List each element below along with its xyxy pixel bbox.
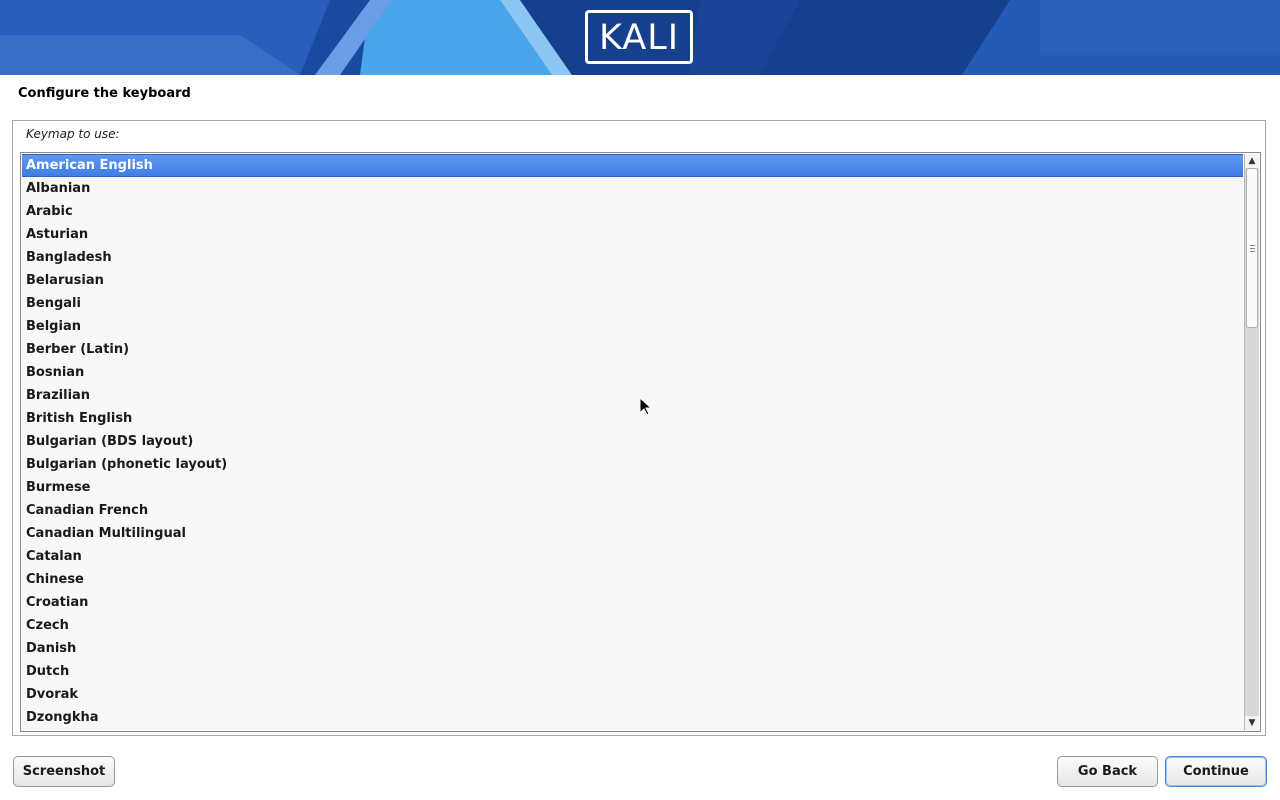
page-title: Configure the keyboard — [18, 86, 191, 101]
keymap-option[interactable]: Arabic — [22, 200, 1243, 223]
keymap-option[interactable]: Canadian French — [22, 499, 1243, 522]
vertical-scrollbar[interactable]: ▲ ▼ — [1244, 154, 1259, 730]
screenshot-button[interactable]: Screenshot — [13, 756, 115, 787]
continue-button[interactable]: Continue — [1165, 756, 1267, 787]
mouse-cursor-icon — [640, 398, 652, 416]
keymap-option[interactable]: Bosnian — [22, 361, 1243, 384]
keymap-option[interactable]: Danish — [22, 637, 1243, 660]
keymap-list: American English Albanian Arabic Asturian Ba… — [22, 154, 1243, 729]
header-banner: KALI — [0, 0, 1280, 75]
keymap-option[interactable]: Asturian — [22, 223, 1243, 246]
keymap-option[interactable]: Czech — [22, 614, 1243, 637]
keymap-option[interactable]: Bengali — [22, 292, 1243, 315]
go-back-button[interactable]: Go Back — [1057, 756, 1158, 787]
keymap-option[interactable]: Canadian Multilingual — [22, 522, 1243, 545]
keymap-option[interactable]: Dutch — [22, 660, 1243, 683]
keymap-panel: Keymap to use: American English Albanian A… — [12, 120, 1266, 736]
keymap-option[interactable]: Chinese — [22, 568, 1243, 591]
keymap-option[interactable]: Catalan — [22, 545, 1243, 568]
keymap-option[interactable]: Belarusian — [22, 269, 1243, 292]
keymap-option[interactable]: American English — [22, 154, 1243, 177]
kali-logo: KALI — [585, 10, 693, 64]
scrollbar-thumb[interactable] — [1246, 168, 1258, 328]
scrollbar-grip-icon — [1250, 245, 1255, 252]
scroll-up-arrow-icon[interactable]: ▲ — [1245, 154, 1259, 168]
keymap-option[interactable]: Albanian — [22, 177, 1243, 200]
keymap-option[interactable]: Berber (Latin) — [22, 338, 1243, 361]
keymap-label: Keymap to use: — [26, 127, 120, 141]
keymap-listbox[interactable]: American English Albanian Arabic Asturian Ba… — [20, 152, 1261, 732]
keymap-option[interactable]: Bulgarian (phonetic layout) — [22, 453, 1243, 476]
scroll-down-arrow-icon[interactable]: ▼ — [1245, 716, 1259, 730]
keymap-option[interactable]: Belgian — [22, 315, 1243, 338]
keymap-option[interactable]: British English — [22, 407, 1243, 430]
keymap-option[interactable]: Brazilian — [22, 384, 1243, 407]
keymap-option[interactable]: Burmese — [22, 476, 1243, 499]
keymap-option[interactable]: Dzongkha — [22, 706, 1243, 729]
logo-text: KALI — [598, 18, 680, 58]
keymap-option[interactable]: Bulgarian (BDS layout) — [22, 430, 1243, 453]
keymap-option[interactable]: Croatian — [22, 591, 1243, 614]
keymap-option[interactable]: Dvorak — [22, 683, 1243, 706]
keymap-option[interactable]: Bangladesh — [22, 246, 1243, 269]
